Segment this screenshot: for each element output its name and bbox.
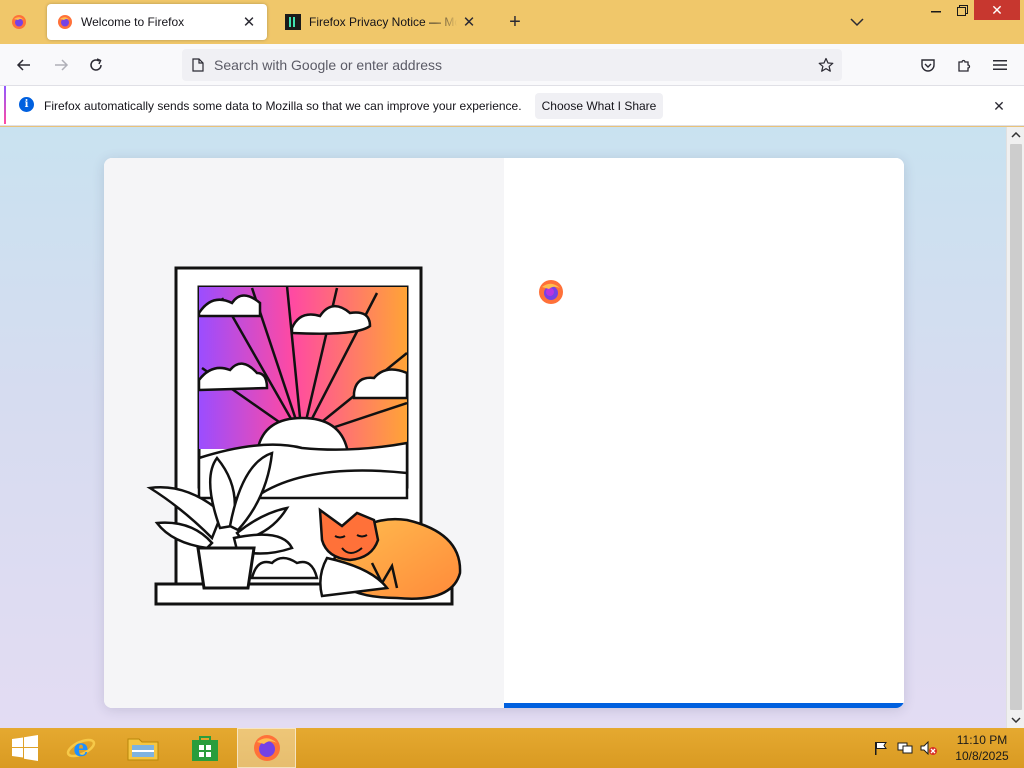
scroll-down-arrow-icon[interactable] [1007,712,1024,728]
data-collection-notification: i Firefox automatically sends some data … [0,86,1024,126]
store-icon[interactable] [180,728,230,768]
page-icon [190,57,206,73]
minimize-icon[interactable] [922,0,950,20]
illustration-panel [104,158,504,708]
tab-title: Firefox Privacy Notice — Mozilla [309,15,457,29]
new-tab-plus-icon[interactable]: + [504,11,526,33]
extensions-puzzle-icon[interactable] [952,53,976,77]
notification-message: Firefox automatically sends some data to… [44,99,522,113]
clock-date: 10/8/2025 [955,749,1009,763]
chevron-down-icon[interactable] [846,11,868,33]
address-input[interactable] [214,49,794,81]
close-tab-icon[interactable]: ✕ [461,14,477,31]
tab-welcome[interactable]: Welcome to Firefox ✕ [47,4,267,40]
hamburger-menu-icon[interactable] [988,53,1012,77]
windows-start-icon[interactable] [0,728,50,768]
window-fox-illustration [146,266,462,606]
restore-icon[interactable] [950,0,974,20]
tab-strip: Welcome to Firefox ✕ Firefox Privacy Not… [0,0,1024,44]
welcome-content-panel [504,158,904,708]
tab-privacy-notice[interactable]: Firefox Privacy Notice — Mozilla ✕ [275,4,487,40]
firefox-logo-icon [539,280,563,304]
reload-icon[interactable] [84,53,108,77]
firefox-view-icon[interactable] [8,11,30,33]
windows-taskbar: e 11:10 PM 10/8/2025 [0,728,1024,768]
back-arrow-icon[interactable] [12,53,36,77]
pocket-icon[interactable] [916,53,940,77]
forward-arrow-icon[interactable] [49,53,73,77]
window-close-icon[interactable]: ✕ [974,0,1020,20]
welcome-card [104,158,904,708]
close-tab-icon[interactable]: ✕ [241,14,257,31]
scrollbar-thumb[interactable] [1010,144,1022,710]
firefox-icon[interactable] [237,728,296,768]
network-icon[interactable] [896,740,914,756]
onboarding-progress-bar [504,703,904,708]
bookmark-star-icon[interactable] [816,55,836,75]
svg-text:e: e [73,733,88,762]
volume-muted-icon[interactable] [920,740,938,756]
vertical-scrollbar[interactable] [1006,127,1024,728]
close-icon[interactable]: ✕ [990,97,1008,115]
file-explorer-icon[interactable] [118,728,168,768]
scroll-up-arrow-icon[interactable] [1007,127,1024,143]
clock-time: 11:10 PM [956,733,1008,747]
choose-what-i-share-button[interactable]: Choose What I Share [535,93,663,119]
info-icon: i [19,97,34,112]
system-clock[interactable]: 11:10 PM 10/8/2025 [950,732,1014,764]
tab-title: Welcome to Firefox [81,15,185,29]
notification-accent-bar [4,86,6,124]
navigation-toolbar [0,44,1024,86]
welcome-page [0,127,1006,728]
address-bar[interactable] [182,49,842,81]
internet-explorer-icon[interactable]: e [56,728,106,768]
action-center-flag-icon[interactable] [872,740,890,756]
firefox-icon [57,14,73,30]
mozilla-m-icon [285,14,301,30]
